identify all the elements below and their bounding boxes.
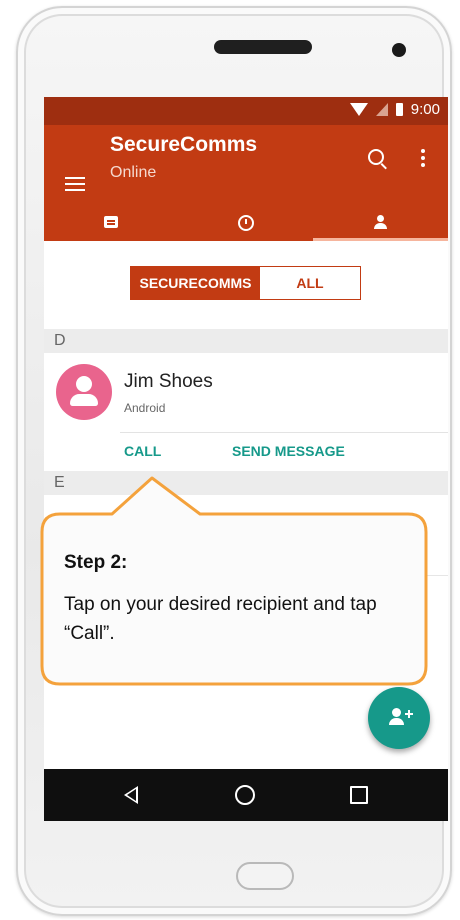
status-time: 9:00 [410, 101, 440, 118]
tab-bar [44, 213, 448, 241]
front-camera [392, 43, 406, 57]
hardware-home-button[interactable] [236, 862, 294, 890]
contact-platform: Android [124, 401, 166, 415]
navigation-bar [44, 769, 448, 821]
clock-icon [238, 215, 254, 231]
search-icon[interactable] [368, 149, 384, 165]
add-contact-button[interactable] [368, 687, 430, 749]
callout-body: Tap on your desired recipient and tap “C… [64, 594, 377, 644]
call-button[interactable]: CALL [124, 443, 161, 459]
contacts-icon [372, 215, 390, 229]
app-title: SecureComms [110, 133, 258, 156]
wifi-icon [349, 103, 368, 116]
filter-all[interactable]: ALL [260, 267, 360, 299]
step-callout: Step 2: Tap on your desired recipient an… [38, 474, 428, 686]
tab-messages[interactable] [44, 213, 179, 241]
chat-icon [104, 216, 119, 228]
filter-securecomms[interactable]: SECURECOMMS [131, 267, 260, 299]
callout-bubble [40, 476, 428, 686]
tab-recent[interactable] [179, 213, 314, 241]
menu-icon[interactable] [65, 177, 85, 191]
connection-status: Online [110, 164, 157, 181]
home-icon[interactable] [235, 785, 255, 805]
section-header-d: D [44, 329, 448, 353]
back-icon[interactable] [124, 786, 138, 804]
avatar [56, 364, 112, 420]
speaker-grille [214, 40, 312, 54]
app-bar: SecureComms Online [44, 125, 448, 241]
status-bar: 9:00 [44, 97, 448, 125]
phone-screen: 9:00 SecureComms Online SECURECOMMS ALL … [44, 97, 448, 821]
divider [120, 432, 448, 433]
more-vert-icon[interactable] [421, 149, 425, 170]
callout-title: Step 2: [64, 552, 128, 573]
send-message-button[interactable]: SEND MESSAGE [232, 443, 345, 459]
tab-contacts[interactable] [313, 213, 448, 241]
battery-icon [395, 103, 403, 116]
signal-icon [375, 103, 388, 116]
filter-toggle: SECURECOMMS ALL [130, 266, 361, 300]
recents-icon[interactable] [350, 786, 368, 804]
contact-name[interactable]: Jim Shoes [124, 371, 213, 393]
